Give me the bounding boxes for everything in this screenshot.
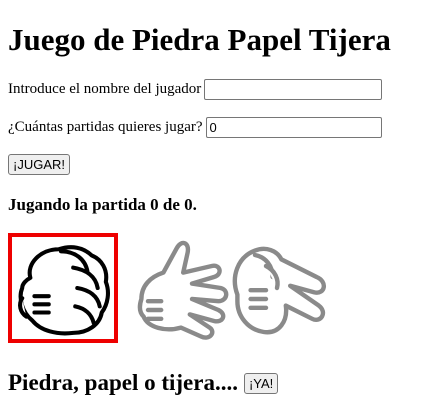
- player-name-row: Introduce el nombre del jugador: [8, 78, 383, 100]
- rounds-label: ¿Cuántas partidas quieres jugar?: [8, 119, 203, 135]
- choice-rock[interactable]: [8, 233, 118, 343]
- player-name-input[interactable]: [204, 78, 383, 100]
- rock-hand-icon: [18, 245, 110, 336]
- player-name-label: Introduce el nombre del jugador: [8, 81, 202, 97]
- choices: [8, 233, 413, 345]
- prompt-row: Piedra, papel o tijera.... ¡YA!: [8, 370, 279, 396]
- paper-hand-icon: [137, 240, 229, 340]
- game-status: Jugando la partida 0 de 0.: [8, 195, 197, 214]
- prompt-heading: Piedra, papel o tijera....: [8, 370, 238, 395]
- choice-scissors[interactable]: [222, 233, 332, 343]
- choice-paper[interactable]: [126, 233, 236, 343]
- play-row: ¡JUGAR!: [8, 153, 70, 175]
- go-button[interactable]: ¡YA!: [243, 372, 279, 394]
- page-title: Juego de Piedra Papel Tijera: [8, 22, 391, 57]
- scissors-hand-icon: [232, 246, 326, 335]
- rounds-row: ¿Cuántas partidas quieres jugar?: [8, 116, 382, 138]
- play-button[interactable]: ¡JUGAR!: [8, 153, 70, 175]
- rounds-input[interactable]: [205, 116, 382, 138]
